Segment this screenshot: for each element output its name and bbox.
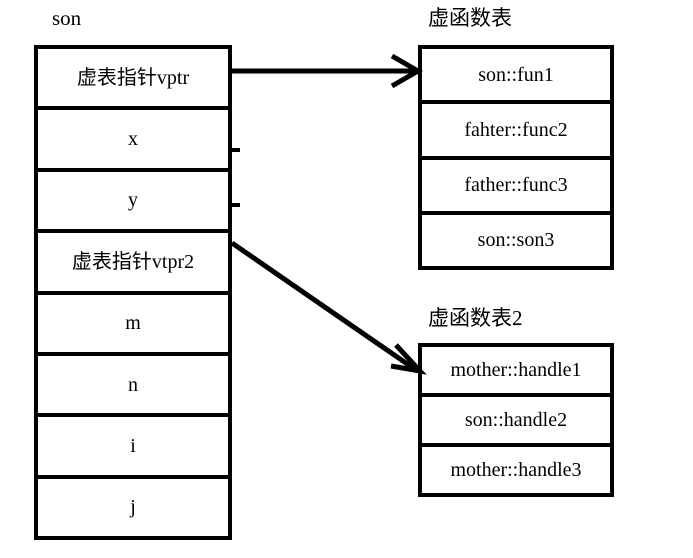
vtable1-row-label: fahter::func2 — [464, 118, 568, 141]
object-layout-table: 虚表指针vptr x y 虚表指针vtpr2 m n i j — [34, 45, 232, 540]
object-row-n: n — [38, 355, 228, 418]
diagram-canvas: son 虚函数表 虚函数表2 虚表指针vptr x y 虚表指针vtpr2 m … — [0, 0, 693, 558]
vtable2-row-label: mother::handle3 — [450, 459, 582, 481]
vtable1-row-2: father::func3 — [422, 159, 610, 215]
arrow-vptr-to-vtable1 — [232, 53, 424, 89]
object-row-m: m — [38, 294, 228, 356]
object-row-vtpr2: 虚表指针vtpr2 — [38, 233, 228, 295]
vtable2-row-0: mother::handle1 — [422, 347, 610, 397]
object-row-vptr: 虚表指针vptr — [38, 49, 228, 111]
object-row-label: 虚表指针vptr — [76, 66, 190, 89]
object-row-x: x — [38, 110, 228, 172]
vtable1-row-label: father::func3 — [464, 174, 568, 197]
object-row-label: 虚表指针vtpr2 — [71, 250, 195, 273]
object-row-label: n — [128, 373, 138, 396]
vtable1-table: son::fun1 fahter::func2 father::func3 so… — [418, 45, 614, 270]
object-row-label: i — [130, 434, 136, 457]
vtable2-table: mother::handle1 son::handle2 mother::han… — [418, 343, 614, 497]
object-row-y: y — [38, 171, 228, 234]
object-row-j: j — [38, 478, 228, 536]
vtable2-row-1: son::handle2 — [422, 397, 610, 447]
object-row-label: m — [125, 312, 141, 335]
vtable2-row-label: mother::handle1 — [450, 359, 582, 381]
vtable1-row-1: fahter::func2 — [422, 104, 610, 160]
vtable2-row-label: son::handle2 — [464, 409, 568, 431]
vtable1-row-0: son::fun1 — [422, 49, 610, 105]
vtable1-row-3: son::son3 — [422, 214, 610, 266]
object-layout-title: son — [52, 6, 82, 30]
vtable1-title: 虚函数表 — [428, 6, 512, 30]
vtable1-row-label: son::son3 — [477, 229, 555, 252]
object-row-label: j — [130, 496, 136, 519]
vtable2-row-2: mother::handle3 — [422, 447, 610, 493]
vtable1-row-label: son::fun1 — [478, 63, 554, 86]
object-row-label: x — [128, 128, 138, 151]
object-row-i: i — [38, 417, 228, 479]
arrow-vtpr2-to-vtable2 — [230, 240, 427, 375]
object-row-label: y — [128, 189, 138, 212]
vtable2-title: 虚函数表2 — [428, 306, 523, 330]
